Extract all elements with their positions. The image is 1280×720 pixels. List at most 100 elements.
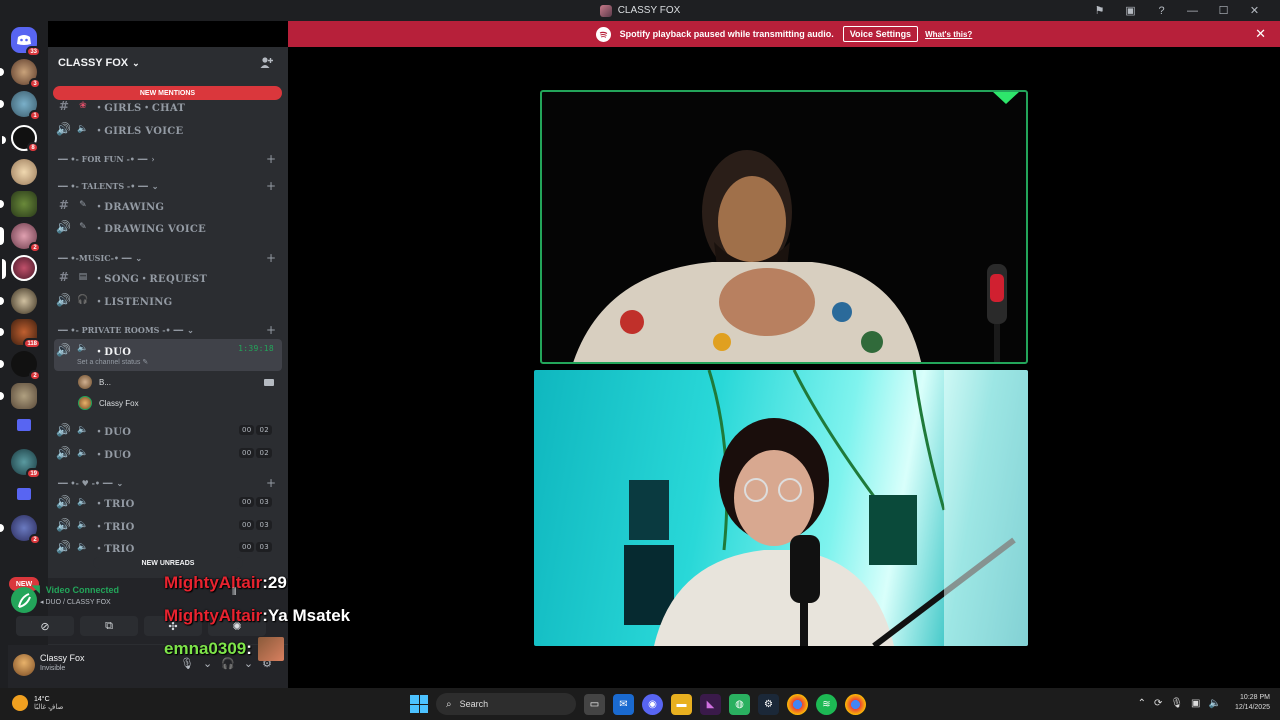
server-icon[interactable] [0, 191, 37, 217]
taskbar-search[interactable]: ⌕ Search [436, 693, 576, 715]
add-channel-icon[interactable]: + [266, 152, 276, 166]
folder-icon[interactable] [17, 419, 31, 431]
chat-message: emna0309 : [164, 632, 350, 665]
add-channel-icon[interactable]: + [266, 476, 276, 490]
channel-trio[interactable]: 🔊 🔈 ・TRIO 00 03 [54, 492, 282, 512]
speaker-icon: 🔈 [77, 497, 89, 507]
user-limit: 03 [256, 520, 272, 530]
server-icon[interactable]: 118 [0, 319, 41, 349]
file-explorer-icon[interactable]: ▬ [671, 693, 692, 715]
speaker-icon: 🔈 [77, 542, 89, 552]
member-name: B... [99, 377, 112, 387]
chat-overlay: MightyAltair : 29 MightyAltair : Ya Msat… [164, 566, 350, 665]
channel-trio[interactable]: 🔊 🔈 ・TRIO 00 03 [54, 537, 282, 557]
channel-label: ・DRAWING VOICE [94, 223, 207, 235]
category-for-fun[interactable]: ━━ •- FOR FUN -• ━━ › + [58, 151, 280, 167]
network-icon[interactable]: ▣ [1191, 698, 1200, 709]
voice-location-text: DUO / CLASSY FOX [45, 599, 111, 606]
voice-channel-icon: 🔊 [56, 293, 72, 307]
whatsapp-icon[interactable]: ◍ [729, 693, 750, 715]
task-view-icon[interactable]: ▭ [584, 693, 605, 715]
chrome-profile-icon[interactable] [845, 693, 866, 715]
video-tile-user2[interactable] [534, 370, 1028, 646]
channel-duo[interactable]: 🔊 🔈 ・DUO 00 02 [54, 443, 282, 463]
channel-duo-active[interactable]: 🔊 🔈 ・DUO 1:39:18 [54, 339, 282, 371]
spotify-taskbar-icon[interactable]: ≋ [816, 693, 837, 715]
user-limit: 02 [256, 448, 272, 458]
channel-listening[interactable]: 🔊 🎧 ・LISTENING [54, 290, 282, 310]
direct-messages-icon[interactable]: 33 [11, 27, 41, 57]
channel-drawing-voice[interactable]: 🔊 ✎ ・DRAWING VOICE [54, 217, 282, 237]
channel-duo[interactable]: 🔊 🔈 ・DUO 00 02 [54, 420, 282, 440]
category-talents[interactable]: ━━ •- TALENTS -• ━━ ⌄ + [58, 178, 280, 194]
video-tile-user1[interactable] [540, 90, 1028, 364]
channel-trio[interactable]: 🔊 🔈 ・TRIO 00 03 [54, 515, 282, 535]
channel-status[interactable]: Set a channel status ✎ [77, 358, 148, 366]
server-icon[interactable]: 19 [11, 449, 41, 479]
category-label: ━━ •- TALENTS -• ━━ [58, 181, 148, 191]
video-camera-icon [264, 378, 274, 386]
clock[interactable]: 10:28 PM 12/14/2025 [1235, 693, 1270, 713]
noise-suppression-icon[interactable]: ⦀ [232, 587, 236, 598]
category-heart[interactable]: ━━ •- ♥ -• ━━ ⌄ + [58, 475, 280, 491]
server-header[interactable]: CLASSY FOX ⌄ [48, 47, 288, 79]
minimize-icon[interactable]: — [1177, 0, 1208, 21]
taskbar-apps: ⌕ Search ▭ ✉ ◉ ▬ ◣ ◍ ⚙ ≋ [410, 693, 866, 715]
user-name[interactable]: Classy Fox [40, 653, 85, 663]
folder-icon[interactable] [17, 488, 31, 500]
windows-taskbar: 14°C صافٍ غالبًا ⌕ Search ▭ ✉ ◉ ▬ ◣ ◍ ⚙ ≋… [0, 688, 1280, 720]
notice-text: Spotify playback paused while transmitti… [619, 29, 834, 39]
channel-drawing[interactable]: # ✎ ・DRAWING [54, 195, 282, 215]
server-icon[interactable] [11, 159, 37, 185]
screen-share-icon[interactable]: ⧉ [80, 616, 138, 636]
discord-icon[interactable]: ◉ [642, 693, 663, 715]
server-icon[interactable] [2, 255, 37, 281]
flag-icon[interactable]: ⚑ [1084, 0, 1115, 21]
chevron-up-icon[interactable]: ⌃ [1138, 698, 1146, 709]
sync-icon[interactable]: ⟳ [1154, 698, 1162, 709]
close-icon[interactable]: ✕ [1239, 0, 1270, 21]
channel-girls-chat[interactable]: # ❀ ・GIRLS・CHAT [54, 96, 282, 116]
maximize-icon[interactable]: ☐ [1208, 0, 1239, 21]
server-icon[interactable]: 8 [2, 125, 39, 153]
voice-member[interactable]: Classy Fox [78, 394, 139, 412]
help-icon[interactable]: ? [1146, 0, 1177, 21]
outlook-icon[interactable]: ✉ [613, 693, 634, 715]
voice-location[interactable]: ◂ DUO / CLASSY FOX [40, 598, 111, 606]
microphone-tray-icon[interactable]: 🎙 [1170, 698, 1183, 709]
inbox-icon[interactable]: ▣ [1115, 0, 1146, 21]
invite-people-icon[interactable] [259, 55, 274, 70]
add-channel-icon[interactable]: + [266, 323, 276, 337]
user-count: 00 [238, 497, 255, 507]
emote-image [257, 636, 284, 661]
user-status: Invisible [40, 665, 66, 672]
start-icon[interactable] [410, 695, 428, 713]
visual-studio-icon[interactable]: ◣ [700, 693, 721, 715]
whats-this-link[interactable]: What's this? [925, 30, 972, 39]
chrome-icon[interactable] [787, 693, 808, 715]
channel-song-request[interactable]: # ▤ ・SONG・REQUEST [54, 267, 282, 287]
voice-settings-button[interactable]: Voice Settings [842, 26, 919, 42]
server-icon[interactable] [0, 288, 37, 314]
category-music[interactable]: ━━ •-MUSIC-• ━━ ⌄ + [58, 250, 280, 266]
weather-widget[interactable]: 14°C صافٍ غالبًا [12, 695, 63, 711]
camera-off-icon[interactable]: ⊘ [16, 616, 74, 636]
server-icon[interactable]: 2 [0, 223, 41, 253]
volume-icon[interactable]: 🔈 [1209, 698, 1221, 709]
avatar [78, 375, 92, 389]
steam-icon[interactable]: ⚙ [758, 693, 779, 715]
voice-member[interactable]: B... [78, 373, 274, 391]
speaker-icon: 🔈 [77, 520, 89, 530]
notice-close-icon[interactable]: ✕ [1255, 26, 1266, 42]
server-icon[interactable]: 1 [0, 91, 41, 121]
voice-status[interactable]: ◥ Video Connected [32, 584, 119, 595]
server-icon[interactable]: 3 [0, 59, 41, 89]
add-channel-icon[interactable]: + [266, 251, 276, 265]
channel-girls-voice[interactable]: 🔊 🔈 ・GIRLS VOICE [54, 119, 282, 139]
server-icon[interactable]: 2 [0, 515, 41, 545]
avatar[interactable] [13, 654, 35, 676]
server-icon[interactable]: 2 [0, 351, 41, 381]
server-icon[interactable] [0, 383, 37, 409]
category-private-rooms[interactable]: ━━ •- PRIVATE ROOMS -• ━━ ⌄ + [58, 322, 280, 338]
add-channel-icon[interactable]: + [266, 179, 276, 193]
